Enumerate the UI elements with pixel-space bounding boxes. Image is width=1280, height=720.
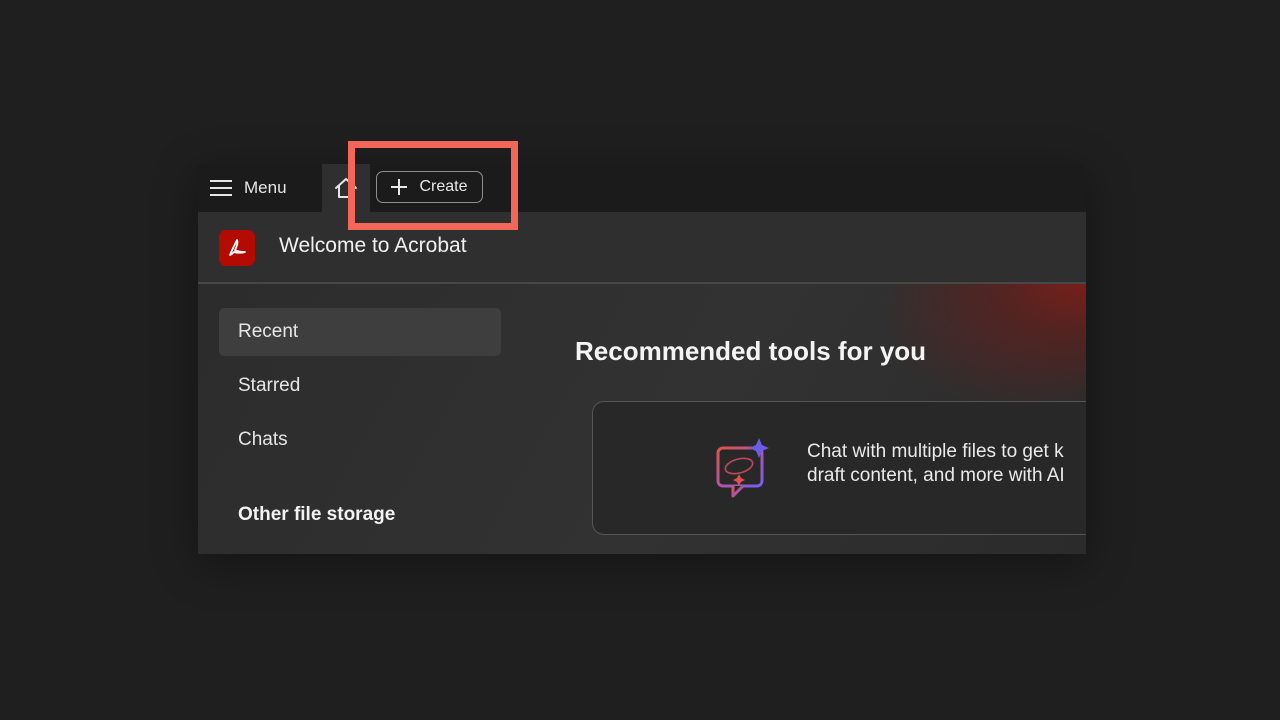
menu-button[interactable]: Menu [210, 172, 287, 204]
card-text-line-2: draft content, and more with AI [807, 465, 1065, 486]
sidebar-item-chats[interactable]: Chats [219, 416, 501, 464]
acrobat-window: Menu Create Welcome to Acrobat Recent St… [198, 164, 1086, 554]
home-icon [335, 178, 357, 198]
recommended-tools-title: Recommended tools for you [575, 336, 927, 366]
menu-label: Menu [244, 178, 287, 197]
plus-icon [391, 179, 408, 195]
hamburger-icon [210, 180, 232, 196]
ai-chat-tool-description: Chat with multiple files to get k draft … [807, 440, 1086, 488]
welcome-header: Welcome to Acrobat [198, 212, 1086, 284]
ai-chat-icon [716, 438, 769, 498]
acrobat-logo [219, 230, 255, 266]
page-title: Welcome to Acrobat [279, 234, 467, 257]
sidebar-section-title: Other file storage [238, 504, 396, 525]
acrobat-logo-icon [229, 239, 246, 256]
tab-bar: Menu Create [198, 164, 1086, 212]
create-label: Create [419, 178, 468, 195]
home-body: Recent Starred Chats Other file storage … [198, 284, 1086, 554]
sidebar-item-starred[interactable]: Starred [219, 362, 501, 410]
sidebar-item-recent[interactable]: Recent [219, 308, 501, 356]
card-text-line-1: Chat with multiple files to get k [807, 441, 1064, 462]
ai-chat-tool-card[interactable]: Chat with multiple files to get k draft … [592, 401, 1086, 535]
create-button[interactable]: Create [376, 171, 483, 203]
home-tab[interactable] [322, 164, 370, 212]
